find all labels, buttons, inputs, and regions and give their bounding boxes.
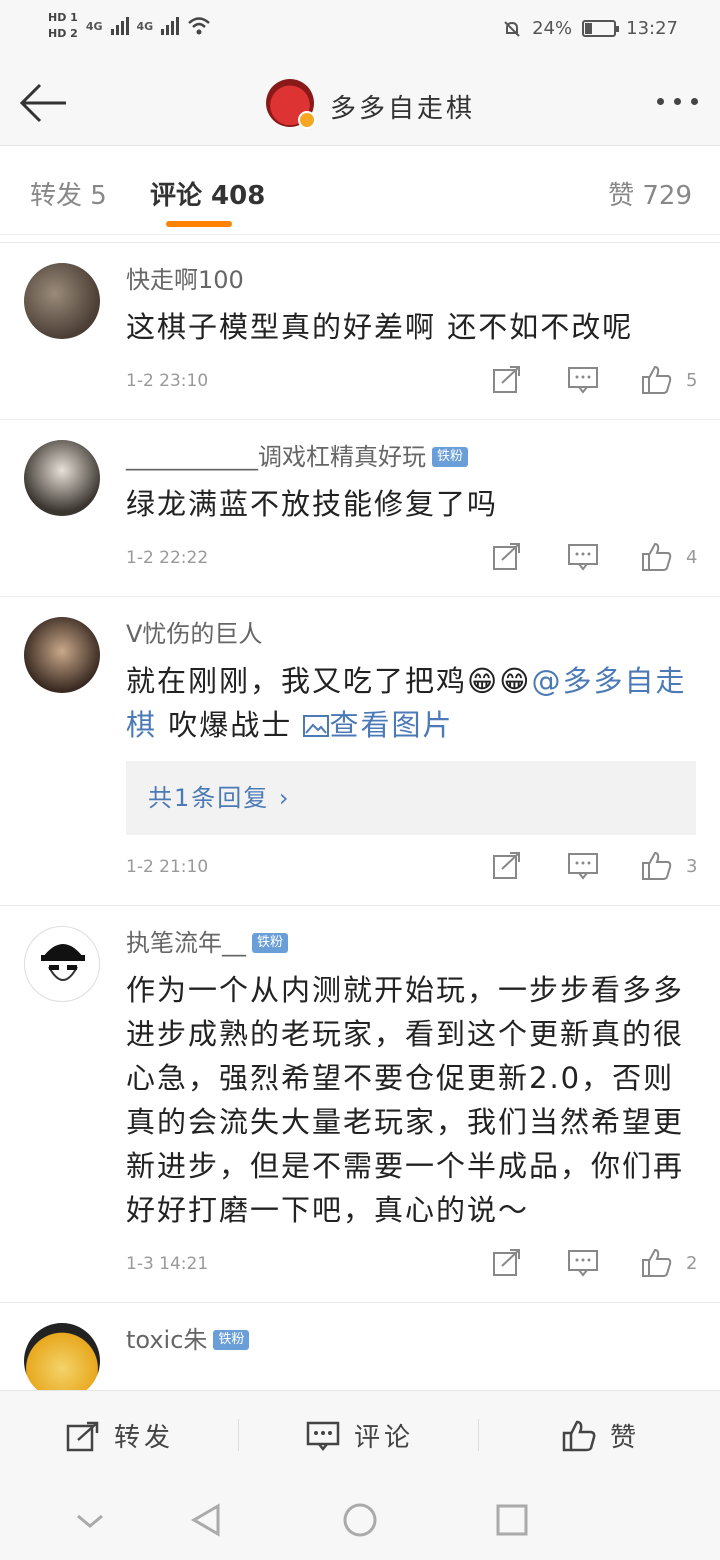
- thumbs-up-icon: [562, 1420, 596, 1451]
- comment-text: 绿龙满蓝不放技能修复了吗: [126, 487, 499, 521]
- avatar-drawing: [41, 944, 85, 981]
- comment-list[interactable]: 快走啊100 这棋子模型真的好差啊 还不如不改呢 1-2 23:10 5 ___…: [0, 242, 720, 1390]
- hd2-label: HD 2: [48, 27, 78, 40]
- tab-likes[interactable]: 赞 729: [608, 175, 692, 212]
- thumbs-up-icon[interactable]: [642, 542, 672, 572]
- user-avatar[interactable]: [24, 1323, 100, 1390]
- battery-icon: [582, 20, 620, 37]
- collapse-chevron-icon[interactable]: [72, 1502, 108, 1538]
- comment-icon[interactable]: [568, 542, 598, 572]
- reply-count-box[interactable]: 共1条回复 ›: [126, 761, 696, 835]
- bottom-action-bar: 转发 评论 赞: [0, 1390, 720, 1478]
- comment-username[interactable]: V忧伤的巨人: [126, 619, 696, 649]
- top-nav-bar: 多多自走棋: [0, 60, 720, 146]
- comment-icon: [306, 1421, 340, 1451]
- divider: [238, 1419, 239, 1451]
- hd-indicator: HD 1 HD 2: [48, 10, 78, 42]
- battery-percent: 24%: [532, 18, 573, 39]
- repost-icon: [66, 1421, 99, 1451]
- battery-fill: [585, 23, 593, 34]
- comment-item: 快走啊100 这棋子模型真的好差啊 还不如不改呢 1-2 23:10 5: [0, 242, 720, 401]
- like-count: 2: [686, 1253, 698, 1274]
- comment-item: V忧伤的巨人 就在刚刚，我又吃了把鸡😁😁@多多自走棋 吹爆战士 查看图片 共1条…: [0, 596, 720, 887]
- divider: [478, 1419, 479, 1451]
- comment-username[interactable]: 快走啊100: [126, 265, 696, 295]
- comment-text: 这棋子模型真的好差啊 还不如不改呢: [126, 310, 634, 344]
- comment-time: 1-2 22:22: [126, 548, 209, 568]
- tab-bar: 转发 5 评论 408 赞 729: [0, 147, 720, 235]
- comment-time: 1-2 21:10: [126, 857, 209, 877]
- comment-username[interactable]: 执笔流年__ 铁粉: [126, 928, 696, 958]
- comment-username[interactable]: toxic朱 铁粉: [126, 1325, 696, 1355]
- repost-label: 转发: [114, 1423, 175, 1453]
- repost-icon[interactable]: [492, 851, 522, 881]
- status-right: 24% 13:27: [502, 18, 678, 39]
- system-nav-bar: [0, 1478, 720, 1560]
- recents-square-icon[interactable]: [494, 1502, 530, 1538]
- tab-repost[interactable]: 转发 5: [30, 175, 107, 212]
- comment-time: 1-2 23:10: [126, 371, 209, 391]
- mute-bell-icon: [504, 20, 520, 37]
- like-count: 3: [686, 856, 698, 877]
- hd1-label: HD 1: [48, 11, 78, 24]
- fan-badge: 铁粉: [252, 933, 289, 953]
- repost-icon[interactable]: [492, 1248, 522, 1278]
- signal-icon: [110, 17, 129, 35]
- repost-button[interactable]: 转发: [66, 1417, 174, 1454]
- network-type-1: 4G: [85, 19, 103, 33]
- back-triangle-icon[interactable]: [188, 1502, 224, 1538]
- view-image-link[interactable]: 查看图片: [303, 708, 453, 742]
- thumbs-up-icon[interactable]: [642, 1248, 672, 1278]
- user-avatar[interactable]: [24, 263, 100, 339]
- repost-icon[interactable]: [492, 365, 522, 395]
- comment-item: toxic朱 铁粉: [0, 1302, 720, 1390]
- comment-icon[interactable]: [568, 365, 598, 395]
- network-type-2: 4G: [136, 19, 154, 33]
- app-root: HD 1 HD 2 4G 4G 24% 13:27 多多自走棋 转发 5 评论 …: [0, 0, 720, 1560]
- user-avatar[interactable]: [24, 926, 100, 1002]
- thumbs-up-icon[interactable]: [642, 851, 672, 881]
- like-count: 4: [686, 547, 698, 568]
- like-count: 5: [686, 370, 698, 391]
- tab-comments[interactable]: 评论 408: [150, 175, 265, 212]
- comment-footer: 1-2 23:10 5: [126, 365, 698, 401]
- back-arrow-icon[interactable]: [18, 80, 68, 126]
- account-avatar[interactable]: [266, 79, 316, 129]
- comment-text: 就在刚刚，我又吃了把鸡😁😁@多多自走棋 吹爆战士 查看图片: [126, 664, 687, 742]
- comment-icon[interactable]: [568, 1248, 598, 1278]
- more-options-icon[interactable]: [657, 98, 698, 105]
- comment-time: 1-3 14:21: [126, 1254, 209, 1274]
- repost-icon[interactable]: [492, 542, 522, 572]
- clock: 13:27: [626, 18, 678, 39]
- signal-icon-2: [161, 17, 180, 35]
- home-circle-icon[interactable]: [342, 1502, 378, 1538]
- comment-item: 执笔流年__ 铁粉 作为一个从内测就开始玩，一步步看多多进步成熟的老玩家，看到这个…: [0, 905, 720, 1284]
- verified-badge-icon: [298, 111, 316, 129]
- user-avatar[interactable]: [24, 617, 100, 693]
- like-button[interactable]: 赞: [562, 1417, 640, 1454]
- comment-button[interactable]: 评论: [306, 1417, 414, 1454]
- comment-text: 作为一个从内测就开始玩，一步步看多多进步成熟的老玩家，看到这个更新真的很心急，强…: [126, 973, 685, 1227]
- comment-username[interactable]: ___________调戏杠精真好玩 铁粉: [126, 442, 696, 472]
- thumbs-up-icon[interactable]: [642, 365, 672, 395]
- active-tab-indicator: [166, 221, 232, 227]
- comment-footer: 1-2 22:22 4: [126, 542, 698, 578]
- comment-icon[interactable]: [568, 851, 598, 881]
- comment-footer: 1-3 14:21 2: [126, 1248, 698, 1284]
- comment-label: 评论: [354, 1423, 415, 1453]
- image-icon: [303, 715, 330, 737]
- fan-badge: 铁粉: [432, 447, 469, 467]
- like-label: 赞: [610, 1423, 641, 1453]
- wifi-icon: [188, 17, 211, 35]
- account-title[interactable]: 多多自走棋: [330, 88, 475, 125]
- status-left: HD 1 HD 2 4G 4G: [48, 10, 211, 42]
- comment-footer: 1-2 21:10 3: [126, 851, 698, 887]
- comment-item: ___________调戏杠精真好玩 铁粉 绿龙满蓝不放技能修复了吗 1-2 22…: [0, 419, 720, 578]
- fan-badge: 铁粉: [213, 1330, 250, 1350]
- status-bar: HD 1 HD 2 4G 4G 24% 13:27: [0, 0, 720, 60]
- user-avatar[interactable]: [24, 440, 100, 516]
